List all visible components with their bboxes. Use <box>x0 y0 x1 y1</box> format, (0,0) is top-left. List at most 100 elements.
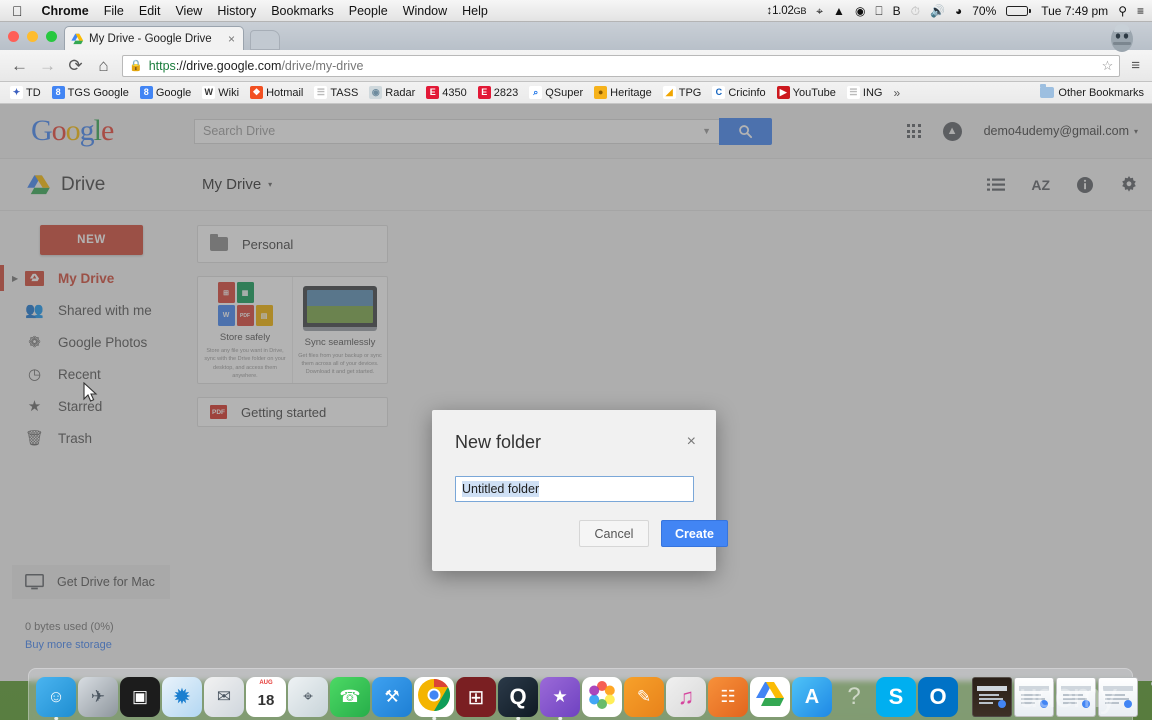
dock-item-itunes[interactable]: ♫ <box>666 677 706 717</box>
dock-item-app-store[interactable]: A <box>792 677 832 717</box>
spotlight-search-icon[interactable]: ⚲ <box>1118 5 1127 17</box>
dock-item-mission-control[interactable]: ▣ <box>120 677 160 717</box>
bookmark-favicon-icon: ◢ <box>662 86 676 99</box>
apple-logo-icon[interactable]:  <box>8 4 27 18</box>
dock-item-help-viewer[interactable]: ? <box>834 677 874 717</box>
menu-view[interactable]: View <box>175 4 202 18</box>
close-window-button[interactable] <box>8 31 19 42</box>
bookmark-favicon-icon: ◉ <box>369 86 383 99</box>
dock-item-chrome[interactable] <box>414 677 454 720</box>
bookmark-qsuper[interactable]: ⌕ QSuper <box>525 85 587 100</box>
bookmarks-overflow-button[interactable]: » <box>889 86 904 100</box>
close-tab-button[interactable]: × <box>226 32 237 46</box>
bookmark-label: ING <box>862 86 883 99</box>
menu-window[interactable]: Window <box>403 4 447 18</box>
dock-minimized-video-window[interactable] <box>972 677 1012 717</box>
chrome-menu-button[interactable]: ≡ <box>1129 57 1142 74</box>
facetime-icon: ☎ <box>339 687 361 706</box>
dock-item-launchpad[interactable]: ✈ <box>78 677 118 717</box>
bookmark-td[interactable]: ✦ TD <box>6 85 45 100</box>
other-bookmarks-folder[interactable]: Other Bookmarks <box>1036 84 1146 100</box>
record-icon[interactable]: ◉ <box>855 5 865 17</box>
bookmark-label: QSuper <box>545 86 584 99</box>
menu-help[interactable]: Help <box>462 4 488 18</box>
address-bar[interactable]: 🔒 https://drive.google.com/drive/my-driv… <box>122 54 1121 77</box>
bookmark-heritage[interactable]: ● Heritage <box>590 85 656 100</box>
dock-item-imovie[interactable]: ★ <box>540 677 580 720</box>
bookmark-cricinfo[interactable]: C Cricinfo <box>708 85 769 100</box>
dock-item-facetime[interactable]: ☎ <box>330 677 370 717</box>
dock-item-pages[interactable]: ✎ <box>624 677 664 717</box>
menu-edit[interactable]: Edit <box>139 4 161 18</box>
timemachine-icon[interactable]: ⏱ <box>911 5 920 17</box>
new-tab-button[interactable] <box>250 30 280 50</box>
bookmark-tpg[interactable]: ◢ TPG <box>659 85 706 100</box>
bookmark-label: 4350 <box>442 86 467 99</box>
new-folder-dialog: New folder × Untitled folder Cancel Crea… <box>432 410 728 571</box>
menu-people[interactable]: People <box>349 4 388 18</box>
battery-icon[interactable] <box>1006 5 1032 16</box>
bookmark-star-icon[interactable]: ☆ <box>1102 58 1114 74</box>
bookmark-radar[interactable]: ◉ Radar <box>365 85 419 100</box>
menu-bookmarks[interactable]: Bookmarks <box>271 4 334 18</box>
modal-scrim[interactable] <box>0 104 1152 681</box>
dock-item-trash[interactable] <box>1143 677 1152 717</box>
pages-icon: ✎ <box>636 687 652 706</box>
incognito-icon[interactable] <box>1104 22 1140 52</box>
dock-item-finder[interactable]: ☺ <box>36 677 76 720</box>
bookmark-tass[interactable]: ☰ TASS <box>310 85 362 100</box>
dock-item-photo-booth[interactable]: ⊞ <box>456 677 496 717</box>
minimize-window-button[interactable] <box>27 31 38 42</box>
bookmark-google[interactable]: 8 Google <box>136 85 195 100</box>
forward-button[interactable]: → <box>38 57 57 74</box>
dock-item-mail[interactable]: ✉ <box>204 677 244 717</box>
dock-item-maps[interactable]: ⌖ <box>288 677 328 717</box>
bookmark-wiki[interactable]: W Wiki <box>198 85 243 100</box>
bookmark-label: YouTube <box>792 86 836 99</box>
bookmark-favicon-icon: E <box>426 86 440 99</box>
dock-item-ibooks[interactable]: ☷ <box>708 677 748 717</box>
dock-item-google-drive[interactable] <box>750 677 790 717</box>
bookmark-ing[interactable]: ☰ ING <box>843 85 887 100</box>
dock-item-safari[interactable]: ✹ <box>162 677 202 717</box>
wifi-icon[interactable]: ◕ <box>955 5 962 17</box>
menu-chrome[interactable]: Chrome <box>42 4 89 18</box>
dropbox-icon[interactable]: ▲ <box>833 5 845 17</box>
airplay-icon[interactable]: ⎕ <box>875 5 882 17</box>
photos-icon <box>586 679 618 716</box>
menu-file[interactable]: File <box>104 4 124 18</box>
notification-center-icon[interactable]: ≡ <box>1137 5 1144 17</box>
network-activity-icon[interactable]: ↕1.02GB <box>767 5 807 17</box>
dock-item-quicktime[interactable]: Q <box>498 677 538 720</box>
bookmark-youtube[interactable]: ▶ YouTube <box>773 85 840 100</box>
volume-icon[interactable]: 🔊 <box>930 5 945 17</box>
dock-item-outlook[interactable]: O <box>918 677 958 717</box>
create-button[interactable]: Create <box>661 520 728 547</box>
bookmark-hotmail[interactable]: ❖ Hotmail <box>246 85 307 100</box>
finder-icon: ☺ <box>47 687 65 706</box>
mission-control-icon: ▣ <box>131 687 149 706</box>
bookmark-2823[interactable]: E 2823 <box>474 85 522 100</box>
google-drive-icon <box>755 681 785 713</box>
bookmark-tgs-google[interactable]: 8 TGS Google <box>48 85 133 100</box>
back-button[interactable]: ← <box>10 57 29 74</box>
forklift-icon[interactable]: ⌖ <box>816 5 823 17</box>
dock-item-skype[interactable]: S <box>876 677 916 717</box>
browser-tab[interactable]: My Drive - Google Drive × <box>64 26 244 50</box>
close-icon[interactable]: × <box>687 434 696 450</box>
home-button[interactable]: ⌂ <box>94 57 113 74</box>
reload-button[interactable]: ⟳ <box>66 57 85 74</box>
dock-item-photos[interactable] <box>582 677 622 717</box>
bluetooth-icon[interactable]: B <box>893 5 901 17</box>
menu-bar-clock[interactable]: Tue 7:49 pm <box>1041 4 1108 18</box>
cancel-button[interactable]: Cancel <box>579 520 649 547</box>
dock-item-calendar[interactable]: AUG 18 <box>246 677 286 717</box>
bookmark-favicon-icon: E <box>477 86 491 99</box>
dock-item-xcode[interactable]: ⚒ <box>372 677 412 717</box>
dialog-title: New folder <box>455 432 542 452</box>
bookmark-4350[interactable]: E 4350 <box>422 85 470 100</box>
maps-icon: ⌖ <box>303 687 313 706</box>
menu-history[interactable]: History <box>217 4 256 18</box>
maximize-window-button[interactable] <box>46 31 57 42</box>
folder-name-input[interactable]: Untitled folder <box>455 476 694 502</box>
